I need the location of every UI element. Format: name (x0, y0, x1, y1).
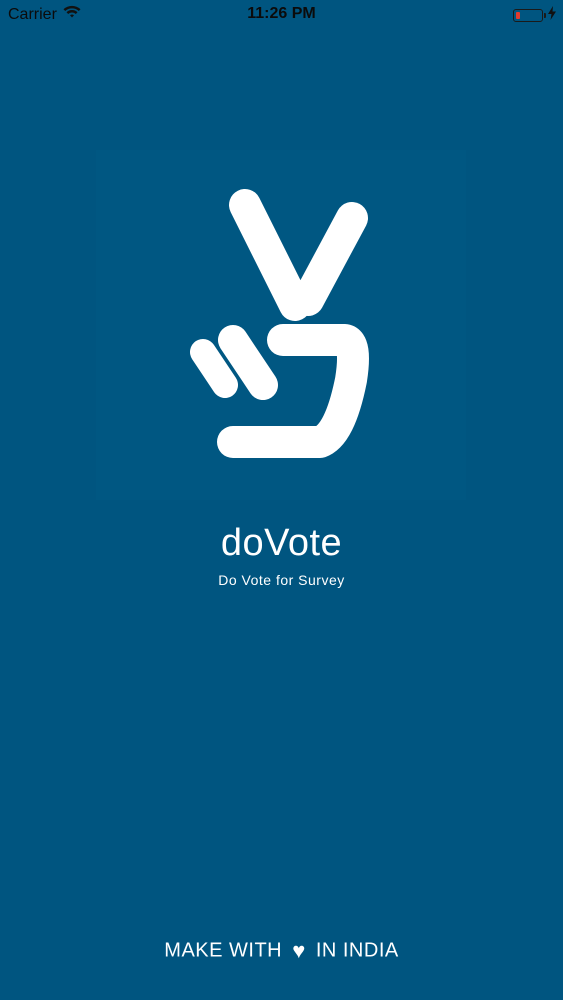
app-tagline: Do Vote for Survey (218, 572, 345, 588)
status-right (513, 6, 557, 25)
logo-left-finger (229, 189, 311, 321)
logo-right-finger (292, 202, 368, 316)
footer-prefix: MAKE WITH (164, 939, 283, 962)
app-name: doVote (220, 522, 343, 564)
heart-icon: ♥ (292, 938, 306, 963)
status-time: 11:26 PM (247, 5, 316, 22)
battery-level (516, 12, 520, 19)
peace-hand-logo (190, 189, 369, 458)
logo-thumb-back (190, 339, 238, 398)
battery-icon (513, 9, 546, 22)
footer-suffix: IN INDIA (315, 939, 399, 962)
logo-thumb-front (218, 325, 278, 400)
charging-bolt-icon (547, 6, 557, 25)
status-bar: Carrier 11:26 PM (0, 0, 563, 30)
footer-credit: MAKE WITH ♥ IN INDIA (0, 938, 563, 964)
